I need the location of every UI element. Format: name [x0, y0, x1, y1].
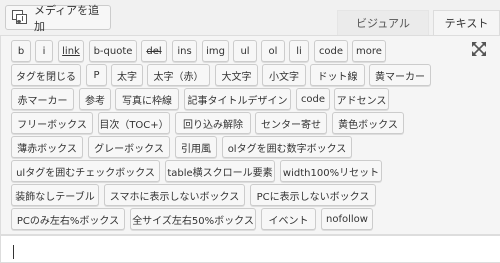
- qt-bold-ja-button[interactable]: 太字: [111, 64, 143, 86]
- qt-link-button[interactable]: link: [58, 40, 84, 62]
- qt-more-button[interactable]: more: [352, 40, 386, 62]
- qt-del-button[interactable]: del: [141, 40, 167, 62]
- qt-li-button[interactable]: li: [289, 40, 309, 62]
- qt-ol-button[interactable]: ol: [261, 40, 285, 62]
- qt-red-marker-button[interactable]: 赤マーカー: [11, 88, 74, 110]
- qt-small-text-button[interactable]: 小文字: [262, 64, 306, 86]
- qt-event-button[interactable]: イベント: [261, 208, 316, 230]
- qt-ul-check-box-button[interactable]: ulタグを囲むチェックボックス: [11, 160, 160, 182]
- qt-all-size-box-button[interactable]: 全サイズ左右50%ボックス: [130, 208, 256, 230]
- qt-quote-style-button[interactable]: 引用風: [175, 136, 217, 158]
- qt-bold-red-button[interactable]: 太字（赤）: [147, 64, 210, 86]
- add-media-button[interactable]: メディアを追加: [5, 4, 111, 33]
- qt-adsense-button[interactable]: アドセンス: [334, 88, 389, 110]
- qt-yellow-marker-button[interactable]: 黄マーカー: [369, 64, 431, 86]
- qt-plain-table-button[interactable]: 装飾なしテーブル: [11, 184, 99, 206]
- qt-hide-pc-box-button[interactable]: PCに表示しないボックス: [250, 184, 376, 206]
- qt-nofollow-button[interactable]: nofollow: [321, 208, 373, 230]
- qt-img-button[interactable]: img: [202, 40, 229, 62]
- qt-code-button[interactable]: code: [314, 40, 348, 62]
- qt-width-reset-button[interactable]: width100%リセット: [280, 160, 382, 182]
- qt-pc-only-box-button[interactable]: PCのみ左右%ボックス: [11, 208, 125, 230]
- qt-table-scroll-button[interactable]: table横スクロール要素: [165, 160, 275, 182]
- text-cursor: [13, 245, 14, 259]
- qt-code-ja-button[interactable]: code: [296, 88, 330, 110]
- qt-gray-box-button[interactable]: グレーボックス: [88, 136, 170, 158]
- qt-ol-number-box-button[interactable]: olタグを囲む数字ボックス: [222, 136, 352, 158]
- qt-center-button[interactable]: センター寄せ: [255, 112, 327, 134]
- qt-bold-button[interactable]: b: [11, 40, 31, 62]
- qt-yellow-box-button[interactable]: 黄色ボックス: [332, 112, 404, 134]
- qt-free-box-button[interactable]: フリーボックス: [11, 112, 93, 134]
- qt-reference-button[interactable]: 参考: [79, 88, 111, 110]
- qt-toc-button[interactable]: 目次（TOC+）: [98, 112, 170, 134]
- media-icon: [12, 10, 29, 25]
- qt-ul-button[interactable]: ul: [233, 40, 257, 62]
- fullscreen-icon[interactable]: [472, 42, 486, 56]
- qt-close-tags-button[interactable]: タグを閉じる: [11, 64, 81, 86]
- qt-photo-border-button[interactable]: 写真に枠線: [115, 88, 179, 110]
- qt-large-text-button[interactable]: 大文字: [215, 64, 258, 86]
- tab-visual[interactable]: ビジュアル: [337, 10, 429, 35]
- qt-italic-button[interactable]: i: [35, 40, 53, 62]
- qt-clear-float-button[interactable]: 回り込み解除: [175, 112, 251, 134]
- text-editor-area[interactable]: [0, 235, 500, 263]
- qt-p-button[interactable]: P: [86, 64, 107, 86]
- qt-pink-box-button[interactable]: 薄赤ボックス: [11, 136, 83, 158]
- qt-dotted-line-button[interactable]: ドット線: [310, 64, 365, 86]
- add-media-label: メディアを追加: [33, 3, 100, 33]
- quicktags-toolbar: b i link b-quote del ins img ul ol li co…: [0, 35, 500, 235]
- qt-blockquote-button[interactable]: b-quote: [89, 40, 137, 62]
- tab-text[interactable]: テキスト: [433, 10, 500, 35]
- qt-title-design-button[interactable]: 記事タイトルデザイン: [184, 88, 291, 110]
- qt-ins-button[interactable]: ins: [172, 40, 197, 62]
- qt-hide-sp-box-button[interactable]: スマホに表示しないボックス: [104, 184, 245, 206]
